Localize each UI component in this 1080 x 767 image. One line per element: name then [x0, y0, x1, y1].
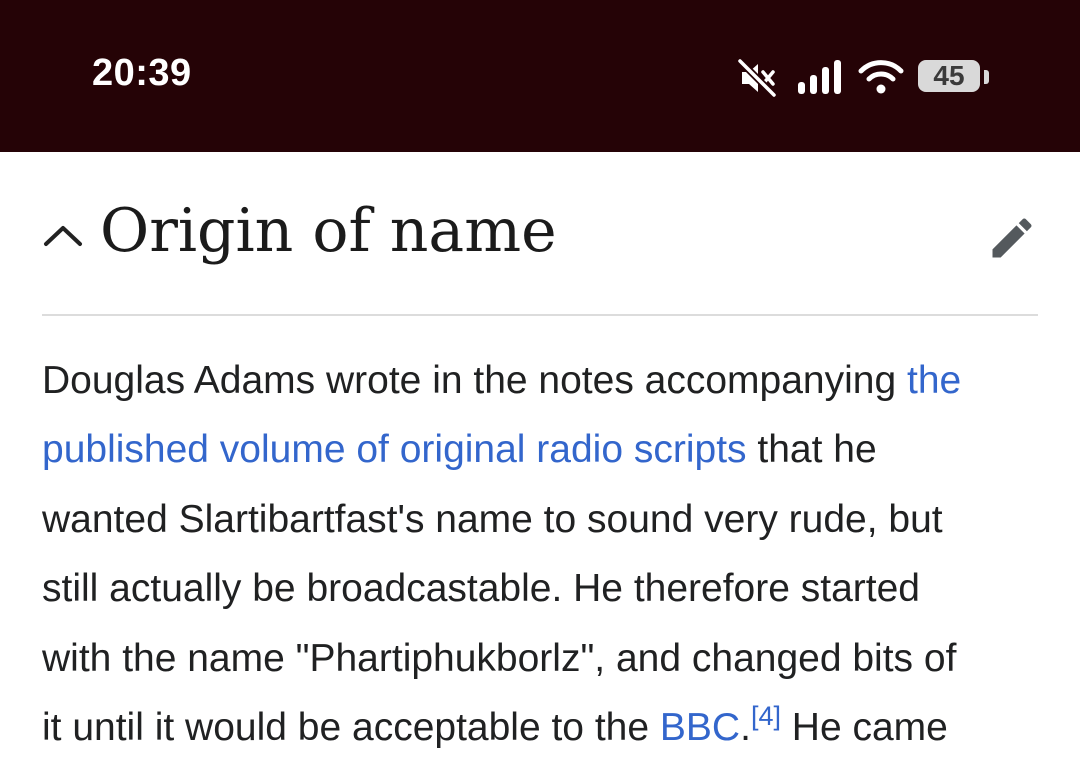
battery-icon: 45: [918, 60, 980, 92]
paragraph-line-5: with the name "Phartiphukborlz", and cha…: [42, 636, 957, 680]
paragraph-line-4: still actually be broadcastable. He ther…: [42, 567, 920, 611]
mute-icon: [737, 58, 777, 98]
status-bar: 20:39 45: [0, 0, 1080, 152]
paragraph-line-3: wanted Slartibartfast's name to sound ve…: [42, 497, 943, 541]
radio-scripts-link-start[interactable]: the: [907, 359, 961, 402]
wifi-icon: [858, 60, 904, 94]
pencil-icon[interactable]: [986, 212, 1038, 264]
chevron-up-icon[interactable]: [42, 220, 84, 250]
paragraph-line-1: Douglas Adams wrote in the notes accompa…: [42, 359, 962, 402]
status-time: 20:39: [92, 52, 192, 94]
article-paragraph: Douglas Adams wrote in the notes accompa…: [42, 346, 1042, 762]
bbc-link[interactable]: BBC: [660, 706, 740, 749]
battery-level: 45: [933, 60, 965, 91]
battery-tip: [984, 70, 989, 84]
radio-scripts-link[interactable]: published volume of original radio scrip…: [42, 428, 747, 471]
section-title: Origin of name: [100, 196, 557, 266]
section-header: Origin of name: [42, 190, 1038, 316]
reference-link[interactable]: [4]: [751, 701, 781, 731]
signal-icon: [798, 60, 841, 94]
paragraph-line-2: published volume of original radio scrip…: [42, 428, 877, 472]
paragraph-line-6: it until it would be acceptable to the B…: [42, 700, 948, 749]
